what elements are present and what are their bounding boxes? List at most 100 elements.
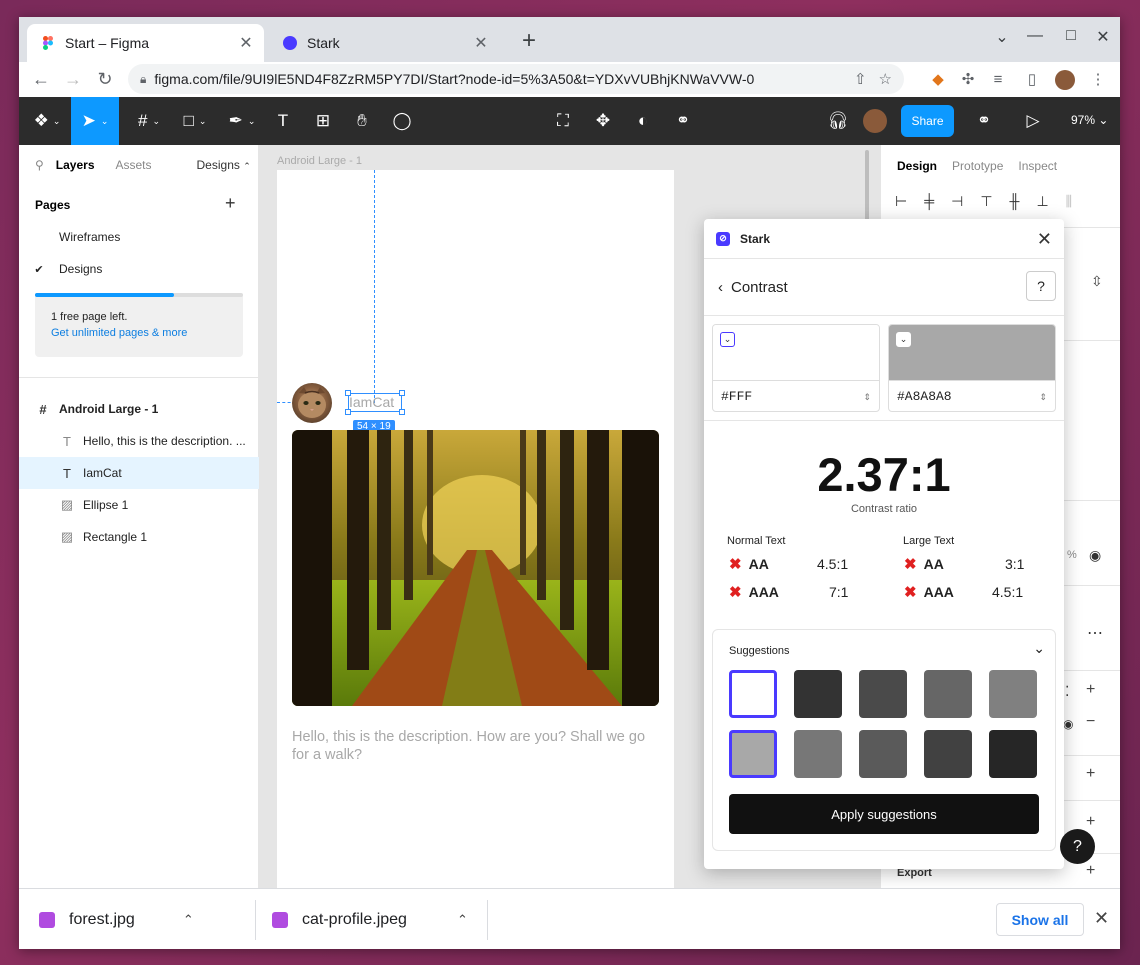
page-item-designs[interactable]: ✔ Designs [19, 253, 259, 285]
resize-handle[interactable] [345, 390, 351, 396]
help-button[interactable]: ? [1026, 271, 1056, 301]
page-dropdown[interactable]: Designs ⌃ [197, 158, 251, 172]
tab-inspect[interactable]: Inspect [1018, 159, 1057, 173]
tab-figma[interactable]: Start – Figma ✕ [27, 24, 264, 62]
tab-stark[interactable]: Stark ✕ [269, 24, 499, 62]
back-icon[interactable]: ← [29, 66, 53, 92]
suggestion-swatch[interactable] [794, 730, 842, 778]
suggestion-swatch[interactable] [924, 670, 972, 718]
cat-avatar-image[interactable] [292, 383, 332, 423]
fill-visibility-icon[interactable]: ◉ [1063, 717, 1073, 731]
close-tab-icon[interactable]: ✕ [471, 33, 491, 53]
chevron-down-icon[interactable]: ⌄ [1033, 640, 1045, 657]
upsell-link[interactable]: Get unlimited pages & more [51, 327, 227, 339]
add-effect-icon[interactable]: + [1086, 813, 1095, 831]
constraint-link-icon[interactable]: ⇳ [1091, 273, 1103, 290]
tab-search-icon[interactable]: ⌄ [991, 27, 1013, 47]
chevron-up-icon[interactable]: ⌃ [183, 912, 194, 928]
move-tool-icon[interactable]: ➤ ⌄ [71, 97, 119, 145]
hex-stepper-icon[interactable]: ⇕ [1039, 392, 1047, 403]
collaborator-avatar[interactable] [862, 97, 888, 145]
main-menu-icon[interactable]: ❖ ⌄ [29, 97, 65, 145]
back-chevron-icon[interactable]: ‹ [718, 279, 723, 296]
tab-assets[interactable]: Assets [116, 158, 152, 172]
suggestion-swatch[interactable] [794, 670, 842, 718]
show-all-button[interactable]: Show all [996, 903, 1084, 936]
page-item-wireframes[interactable]: Wireframes [19, 221, 259, 253]
suggestion-swatch[interactable] [989, 670, 1037, 718]
hex-stepper-icon[interactable]: ⇕ [863, 392, 871, 403]
dropdown-chevron-icon[interactable]: ⌄ [720, 332, 735, 347]
align-bottom-icon[interactable]: ⊥ [1036, 193, 1048, 210]
description-text[interactable]: Hello, this is the description. How are … [292, 728, 662, 764]
suggestion-swatch[interactable] [859, 730, 907, 778]
opacity-percent[interactable]: % [1067, 549, 1077, 561]
profile-avatar[interactable] [1055, 70, 1075, 90]
suggestion-swatch[interactable] [859, 670, 907, 718]
suggestion-swatch[interactable] [729, 670, 777, 718]
bookmark-star-icon[interactable]: ☆ [879, 70, 892, 88]
media-queue-icon[interactable]: ≡ [988, 70, 1008, 90]
address-bar[interactable]: 🔒︎ figma.com/file/9UI9lE5ND4F8ZzRM5PY7DI… [128, 64, 904, 94]
close-window-icon[interactable]: ✕ [1092, 27, 1114, 47]
minimize-icon[interactable]: — [1024, 27, 1046, 45]
add-fill-icon[interactable]: + [1086, 681, 1095, 699]
hand-tool-icon[interactable]: ✋︎ [350, 97, 374, 145]
foreground-color-preview[interactable]: ⌄ [713, 325, 879, 381]
align-right-icon[interactable]: ⊣ [951, 193, 963, 210]
tab-prototype[interactable]: Prototype [952, 159, 1003, 173]
layer-row-description[interactable]: T Hello, this is the description. ... [19, 425, 259, 457]
download-item-forest[interactable]: forest.jpg ⌃ [39, 889, 194, 949]
metamask-icon[interactable]: ◆ [928, 70, 948, 90]
close-tab-icon[interactable]: ✕ [236, 33, 256, 53]
foreground-hex-input[interactable]: #FFF [713, 381, 879, 411]
add-stroke-icon[interactable]: + [1086, 765, 1095, 783]
background-color-preview[interactable]: ⌄ [889, 325, 1055, 381]
suggestion-swatch[interactable] [989, 730, 1037, 778]
suggestion-swatch[interactable] [924, 730, 972, 778]
present-play-icon[interactable]: ▷ [1021, 97, 1045, 145]
chevron-up-icon[interactable]: ⌃ [457, 912, 468, 928]
pen-tool-icon[interactable]: ✒ ⌄ [222, 97, 262, 145]
background-hex-input[interactable]: #A8A8A8 [889, 381, 1055, 411]
layer-row-rectangle[interactable]: ▨ Rectangle 1 [19, 521, 259, 553]
crop-icon[interactable]: ⛶ [551, 97, 575, 145]
mask-icon[interactable]: ◐ [631, 97, 655, 145]
download-item-cat[interactable]: cat-profile.jpeg ⌃ [272, 889, 468, 949]
more-options-icon[interactable]: ⋯ [1087, 623, 1103, 643]
layer-row-frame[interactable]: # Android Large - 1 [19, 393, 259, 425]
help-bubble-button[interactable]: ? [1060, 829, 1095, 864]
share-page-icon[interactable]: ⇧ [854, 70, 867, 88]
tab-design[interactable]: Design [897, 159, 937, 173]
close-downloads-icon[interactable]: ✕ [1094, 908, 1109, 929]
new-tab-button[interactable]: + [517, 29, 541, 53]
dropdown-chevron-icon[interactable]: ⌄ [896, 332, 911, 347]
foreground-swatch[interactable]: ⌄ #FFF ⇕ [712, 324, 880, 412]
remove-fill-icon[interactable]: − [1086, 713, 1095, 731]
distribute-icon[interactable]: ⫼ [1066, 193, 1072, 210]
comment-tool-icon[interactable]: ◯ [390, 97, 414, 145]
align-center-v-icon[interactable]: ╫ [1010, 193, 1020, 210]
tab-layers[interactable]: Layers [56, 158, 95, 172]
share-button[interactable]: Share [901, 105, 954, 137]
audio-headphones-icon[interactable]: 🎧︎ [826, 97, 850, 145]
add-export-icon[interactable]: + [1086, 862, 1095, 880]
side-panel-icon[interactable]: ▯ [1022, 70, 1042, 90]
menu-kebab-icon[interactable]: ⋮ [1088, 70, 1108, 90]
layer-row-iamcat[interactable]: T IamCat [19, 457, 259, 489]
background-swatch[interactable]: ⌄ #A8A8A8 ⇕ [888, 324, 1056, 412]
style-grid-icon[interactable]: ⁚ [1065, 683, 1069, 700]
visibility-eye-icon[interactable]: ◉ [1089, 547, 1101, 564]
rectangle-tool-icon[interactable]: □ ⌄ [175, 97, 215, 145]
resize-handle[interactable] [399, 390, 405, 396]
frame-label[interactable]: Android Large - 1 [277, 155, 362, 167]
copy-link-icon[interactable]: ⚭ [972, 97, 996, 145]
frame-tool-icon[interactable]: # ⌄ [129, 97, 169, 145]
search-icon[interactable]: ⚲ [35, 158, 44, 172]
close-plugin-icon[interactable]: ✕ [1037, 229, 1052, 250]
align-top-icon[interactable]: ⊤ [980, 193, 992, 210]
suggestion-swatch[interactable] [729, 730, 777, 778]
link-icon[interactable]: ⚭ [671, 97, 695, 145]
add-page-icon[interactable]: + [225, 193, 236, 214]
apply-suggestions-button[interactable]: Apply suggestions [729, 794, 1039, 834]
